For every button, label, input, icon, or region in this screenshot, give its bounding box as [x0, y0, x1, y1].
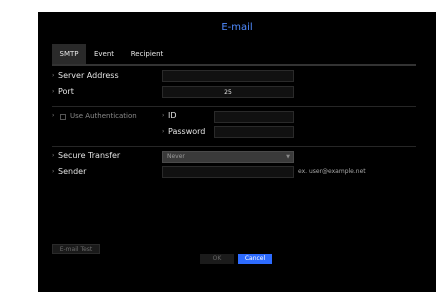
password-input[interactable] — [214, 126, 294, 138]
use-authentication-label: Use Authentication — [70, 112, 137, 120]
divider — [52, 106, 416, 107]
chevron-down-icon: ▼ — [286, 154, 290, 160]
use-authentication-checkbox[interactable] — [60, 114, 66, 120]
tab-bar: SMTP Event Recipient — [52, 44, 416, 66]
secure-transfer-selected: Never — [167, 153, 185, 160]
sender-hint: ex. user@example.net — [298, 168, 366, 175]
port-label: Port — [58, 87, 74, 96]
cancel-button[interactable]: Cancel — [238, 254, 272, 264]
server-address-label: Server Address — [58, 71, 119, 80]
id-label: ID — [168, 111, 177, 120]
bullet-icon: › — [52, 88, 55, 95]
port-input[interactable]: 25 — [162, 86, 294, 98]
divider — [52, 146, 416, 147]
tab-smtp[interactable]: SMTP — [52, 44, 86, 64]
password-label: Password — [168, 127, 206, 136]
tab-event[interactable]: Event — [86, 44, 122, 64]
email-test-button[interactable]: E-mail Test — [52, 244, 100, 254]
sender-input[interactable] — [162, 166, 294, 178]
secure-transfer-label: Secure Transfer — [58, 151, 121, 160]
sender-label: Sender — [58, 167, 87, 176]
bullet-icon: › — [52, 112, 55, 119]
ok-button[interactable]: OK — [200, 254, 234, 264]
bullet-icon: › — [162, 112, 165, 119]
bullet-icon: › — [52, 72, 55, 79]
bullet-icon: › — [52, 168, 55, 175]
bullet-icon: › — [52, 152, 55, 159]
tab-recipient[interactable]: Recipient — [122, 44, 172, 64]
secure-transfer-select[interactable]: Never ▼ — [162, 151, 294, 163]
email-dialog: E-mail SMTP Event Recipient › Server Add… — [38, 12, 436, 292]
bullet-icon: › — [162, 128, 165, 135]
id-input[interactable] — [214, 111, 294, 123]
dialog-title: E-mail — [221, 22, 253, 33]
server-address-input[interactable] — [162, 70, 294, 82]
